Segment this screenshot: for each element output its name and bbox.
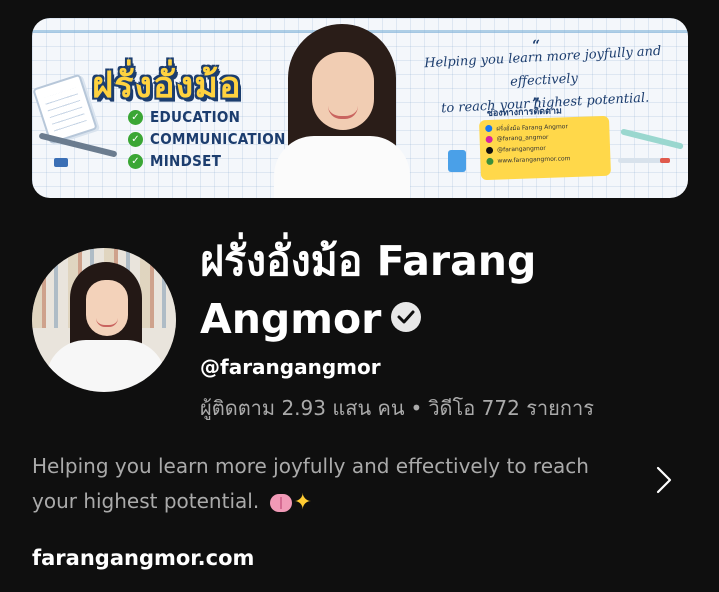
- banner-topic-label: EDUCATION: [150, 108, 241, 126]
- banner-topic-label: MINDSET: [150, 152, 222, 170]
- pencil-icon: [620, 128, 684, 150]
- pen-icon: [38, 132, 118, 158]
- banner-portrait: [262, 18, 422, 198]
- channel-handle: @farangangmor: [200, 355, 381, 379]
- channel-name: ฝรั่งอั่งม้อ Farang Angmor: [200, 232, 680, 348]
- channel-stats: ผู้ติดตาม 2.93 แสน คน • วิดีโอ 772 รายการ: [200, 392, 594, 424]
- check-icon: ✓: [128, 109, 143, 125]
- banner-title: ฝรั่งอั่งม้อ: [92, 65, 242, 106]
- facebook-youtube-icon: [485, 124, 493, 133]
- tiktok-icon: [485, 146, 494, 155]
- brain-icon: [269, 493, 292, 512]
- web-icon: [486, 157, 494, 166]
- banner-social-text: @farang_angmor: [496, 133, 549, 143]
- channel-banner: ฝรั่งอั่งม้อ ✓ EDUCATION ✓ COMMUNICATION…: [32, 18, 688, 198]
- marker-icon: [618, 158, 670, 163]
- stats-separator: •: [410, 396, 423, 420]
- sparkles-icon: ✦: [293, 490, 312, 515]
- channel-description[interactable]: Helping you learn more joyfully and effe…: [32, 449, 632, 520]
- chevron-right-icon[interactable]: [648, 462, 678, 498]
- instagram-icon: [485, 135, 493, 144]
- video-count: วิดีโอ 772 รายการ: [428, 396, 594, 420]
- check-icon: ✓: [128, 153, 143, 169]
- banner-social-text: www.farangangmor.com: [497, 155, 571, 165]
- channel-name-text: ฝรั่งอั่งม้อ Farang Angmor: [200, 237, 537, 343]
- pencil-cup-icon: [448, 150, 466, 172]
- banner-social-text: @farangangmor: [496, 144, 546, 154]
- check-icon: ✓: [128, 131, 143, 147]
- verified-badge-icon: [391, 302, 422, 332]
- subscriber-count: ผู้ติดตาม 2.93 แสน คน: [200, 396, 405, 420]
- banner-social-card: ช่องทางการติดตาม ฝรั่งอั่งม้อ Farang Ang…: [478, 106, 612, 181]
- channel-link[interactable]: farangangmor.com: [32, 546, 254, 570]
- banner-social-heading: ช่องทางการติดตาม: [486, 106, 563, 120]
- channel-avatar[interactable]: [32, 248, 176, 392]
- eraser-icon: [54, 158, 68, 167]
